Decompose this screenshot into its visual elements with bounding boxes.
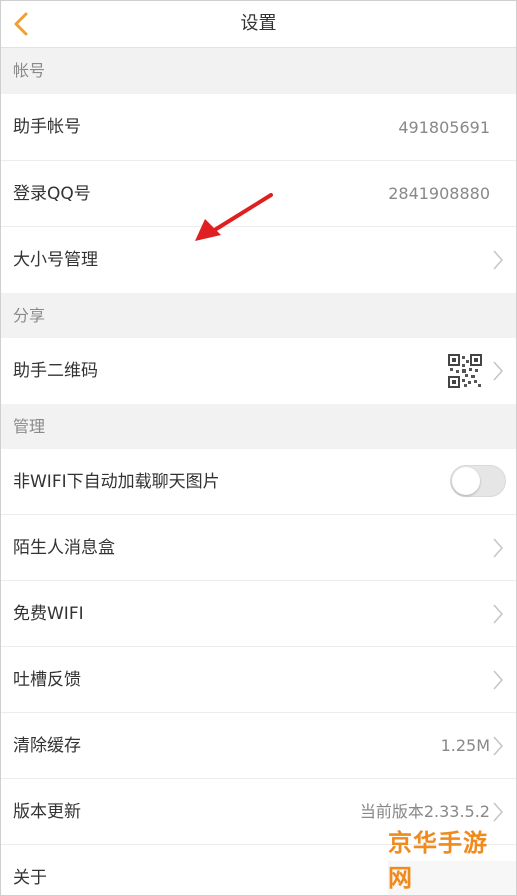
row-label: 陌生人消息盒 (13, 538, 115, 558)
row-clear-cache[interactable]: 清除缓存 1.25M (1, 713, 516, 779)
chevron-right-icon (493, 736, 504, 756)
row-label: 助手帐号 (13, 117, 81, 137)
row-assistant-account: 助手帐号 491805691 (1, 94, 516, 161)
page-title: 设置 (240, 13, 277, 34)
chevron-right-icon (493, 538, 504, 558)
chevron-right-icon (493, 250, 504, 270)
row-label: 助手二维码 (13, 361, 98, 381)
chevron-right-icon (493, 604, 504, 624)
row-feedback[interactable]: 吐槽反馈 (1, 647, 516, 713)
chevron-right-icon (493, 361, 504, 381)
settings-screen: 设置 帐号 助手帐号 491805691 登录QQ号 2841908880 大小… (0, 0, 517, 896)
qr-code-icon (448, 354, 482, 388)
row-qr-code[interactable]: 助手二维码 (1, 338, 516, 404)
row-label: 大小号管理 (13, 250, 98, 270)
chevron-right-icon (493, 670, 504, 690)
toggle-knob (452, 467, 480, 495)
row-auto-load-images: 非WIFI下自动加载聊天图片 (1, 449, 516, 515)
row-label: 非WIFI下自动加载聊天图片 (13, 472, 220, 492)
section-header-account: 帐号 (1, 48, 516, 94)
row-label: 登录QQ号 (13, 184, 91, 204)
watermark-text: 京华手游网 (388, 829, 488, 892)
cache-size-value: 1.25M (440, 736, 490, 755)
row-free-wifi[interactable]: 免费WIFI (1, 581, 516, 647)
row-label: 关于 (13, 868, 47, 888)
login-qq-value: 2841908880 (388, 184, 490, 203)
top-bar: 设置 (1, 1, 516, 48)
row-label: 吐槽反馈 (13, 670, 81, 690)
row-stranger-box[interactable]: 陌生人消息盒 (1, 515, 516, 581)
row-label: 清除缓存 (13, 736, 81, 756)
assistant-account-value: 491805691 (398, 118, 490, 137)
watermark: 京华手游网 (388, 829, 516, 895)
row-label: 版本更新 (13, 802, 81, 822)
section-header-share: 分享 (1, 293, 516, 338)
red-arrow-annotation (195, 193, 273, 241)
auto-load-images-toggle[interactable] (450, 465, 506, 497)
section-header-manage: 管理 (1, 404, 516, 449)
chevron-right-icon (493, 802, 504, 822)
row-label: 免费WIFI (13, 604, 84, 624)
